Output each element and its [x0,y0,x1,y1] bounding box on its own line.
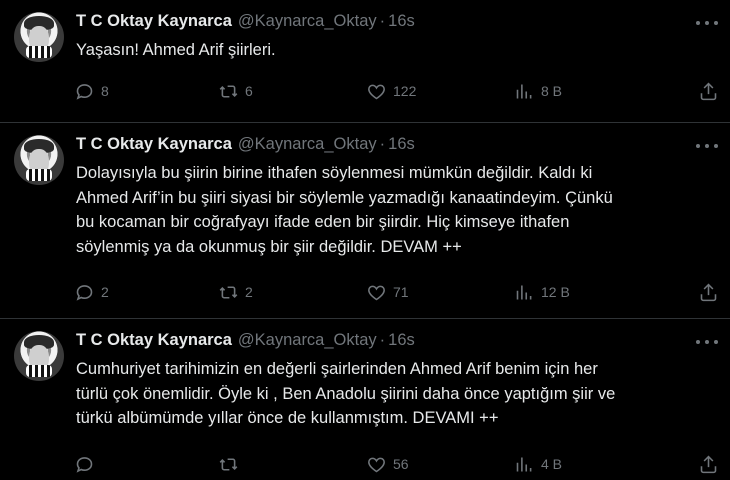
tweet-header: T C Oktay Kaynarca @Kaynarca_Oktay · 16s [76,331,415,350]
views-button[interactable]: 4 B [514,452,562,476]
retweet-arrows-icon [219,285,238,299]
ellipsis-icon[interactable] [696,333,718,351]
reply-count: 2 [101,284,109,300]
heart-icon [368,84,385,99]
author-handle[interactable]: @Kaynarca_Oktay [238,331,377,350]
reply-button[interactable]: 8 [74,79,109,103]
tweet-text: Dolayısıyla bu şiirin birine ithafen söy… [76,164,613,256]
share-upload-icon [700,82,717,100]
timestamp[interactable]: 16s [388,331,415,350]
heart-icon [368,457,385,472]
speech-bubble-icon [76,83,93,100]
tweet-feed: T C Oktay Kaynarca @Kaynarca_Oktay · 16s… [0,0,730,480]
retweet-arrows-icon [219,84,238,98]
tweet[interactable]: T C Oktay Kaynarca @Kaynarca_Oktay · 16s… [0,0,730,123]
ellipsis-icon[interactable] [696,14,718,32]
tweet-text: Yaşasın! Ahmed Arif şiirleri. [76,41,276,59]
timestamp[interactable]: 16s [388,12,415,31]
views-button[interactable]: 12 B [514,280,570,304]
retweet-button[interactable]: 6 [218,79,253,103]
separator: · [379,12,386,30]
speech-bubble-icon [76,456,93,473]
like-button[interactable]: 122 [366,79,416,103]
author-name[interactable]: T C Oktay Kaynarca [76,12,232,31]
timestamp[interactable]: 16s [388,135,415,154]
author-handle[interactable]: @Kaynarca_Oktay [238,12,377,31]
like-button[interactable]: 56 [366,452,409,476]
like-count: 71 [393,284,409,300]
views-button[interactable]: 8 B [514,79,562,103]
share-upload-icon [700,455,717,473]
reply-count: 8 [101,83,109,99]
reply-button[interactable] [74,452,101,476]
tweet-text: Cumhuriyet tarihimizin en değerli şairle… [76,360,616,427]
share-upload-icon [700,283,717,301]
tweet-header: T C Oktay Kaynarca @Kaynarca_Oktay · 16s [76,135,415,154]
retweet-button[interactable]: 2 [218,280,253,304]
share-button[interactable] [698,452,719,476]
share-button[interactable] [698,79,719,103]
tweet-header: T C Oktay Kaynarca @Kaynarca_Oktay · 16s [76,12,415,31]
view-count: 12 B [541,284,570,300]
tweet-actions: 8 6 122 8 B [74,79,724,103]
view-count: 8 B [541,83,563,99]
like-count: 122 [393,83,417,99]
retweet-arrows-icon [219,457,238,471]
tweet[interactable]: T C Oktay Kaynarca @Kaynarca_Oktay · 16s… [0,123,730,319]
author-name[interactable]: T C Oktay Kaynarca [76,135,232,154]
reply-button[interactable]: 2 [74,280,109,304]
retweet-count: 6 [245,83,253,99]
ellipsis-icon[interactable] [696,137,718,155]
tweet-actions: 56 4 B [74,452,724,476]
avatar[interactable] [14,135,64,185]
retweet-count: 2 [245,284,253,300]
bar-chart-icon [516,84,532,98]
avatar[interactable] [14,12,64,62]
tweet-actions: 2 2 71 12 B [74,280,724,304]
like-button[interactable]: 71 [366,280,409,304]
avatar[interactable] [14,331,64,381]
author-name[interactable]: T C Oktay Kaynarca [76,331,232,350]
share-button[interactable] [698,280,719,304]
heart-icon [368,285,385,300]
bar-chart-icon [516,457,532,471]
tweet[interactable]: T C Oktay Kaynarca @Kaynarca_Oktay · 16s… [0,319,730,480]
separator: · [379,331,386,349]
speech-bubble-icon [76,284,93,301]
retweet-button[interactable] [218,452,245,476]
separator: · [379,135,386,153]
author-handle[interactable]: @Kaynarca_Oktay [238,135,377,154]
bar-chart-icon [516,285,532,299]
like-count: 56 [393,456,409,472]
view-count: 4 B [541,456,563,472]
